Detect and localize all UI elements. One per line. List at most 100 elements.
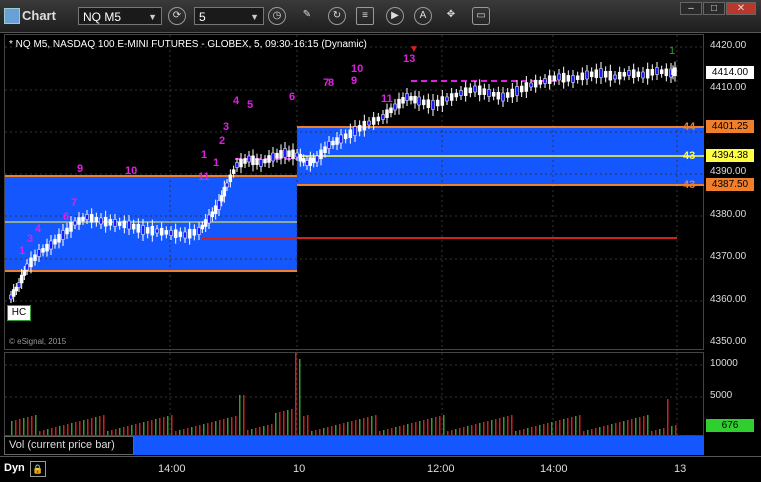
candle-body [519,85,524,93]
volume-bar [659,429,661,435]
volume-bar [343,423,345,435]
candle-body [183,231,187,239]
volume-bar [239,395,241,435]
volume-bar [499,418,501,435]
chevron-down-icon[interactable]: ▼ [250,8,259,26]
volume-bar [339,424,341,435]
candle-body [552,75,557,82]
marker-7b: 7 [71,197,78,209]
candle-body [155,228,159,234]
cycle-icon[interactable]: ↻ [328,7,346,25]
alert-icon[interactable]: A [414,7,432,25]
volume-bar [227,418,229,435]
volume-bar [119,428,121,435]
volume-canvas [5,353,705,437]
volume-bar [671,426,673,435]
volume-pane[interactable] [4,352,705,437]
volume-bar [551,422,553,435]
candle-body [421,99,426,106]
candle-body [298,153,303,162]
chevron-down-icon[interactable]: ▼ [148,8,157,26]
lock-icon[interactable]: 🔒 [30,461,46,477]
volume-bar [43,430,45,435]
volume-bar [155,419,157,435]
volume-bar [15,420,17,435]
volume-bar [307,415,309,435]
chat-icon[interactable]: ▭ [472,7,490,25]
chart-info: * NQ M5, NASDAQ 100 E-MINI FUTURES - GLO… [9,39,367,50]
volume-bar [323,428,325,435]
volume-bar [527,428,529,435]
level-tag-upper: 44 [683,121,696,133]
candle-body [327,141,331,149]
volume-bar [219,420,221,435]
candle-body [150,225,155,236]
candle-body [213,205,218,214]
volume-bar [583,431,585,435]
candle-body [353,126,357,136]
volume-bar [63,425,65,435]
volume-bar [99,416,101,435]
volume-bar [319,429,321,435]
marker-1c: 1 [213,157,220,169]
volume-axis: 10000 5000 676 [704,352,756,436]
play-icon[interactable]: ▶ [386,7,404,25]
marker-1-green: 1 [669,45,676,57]
drag-icon[interactable]: ✥ [442,7,460,25]
maximize-button[interactable]: □ [703,2,725,15]
interval-input[interactable]: 5 ▼ [194,7,264,25]
pencil-icon[interactable]: ✎ [298,7,316,25]
candle-body [145,227,150,234]
volume-bar [31,416,33,435]
volume-bar [331,426,333,435]
volume-bar [295,353,297,435]
minimize-button[interactable]: – [680,2,702,15]
candle-body [228,174,233,183]
candle-body [510,88,515,98]
volume-bar [399,426,401,435]
volume-band [134,436,704,455]
volume-bar [243,395,245,435]
marker-8: 8 [328,77,335,89]
zone-box-left [5,175,297,272]
volume-bar [211,422,213,435]
candle-body [45,243,49,252]
volume-bar [95,417,97,435]
volume-bar [431,418,433,435]
volume-bar [299,359,301,435]
volume-study-label[interactable]: Vol (current price bar) [4,436,134,455]
volume-bar [387,429,389,435]
volume-bar [311,431,313,435]
volume-bar [367,417,369,435]
volume-bar [287,410,289,435]
candle-body [113,219,117,227]
candle-body [225,182,229,188]
candle-body [622,72,627,77]
marker-10b: 10 [351,63,364,75]
close-button[interactable]: ✕ [726,2,756,15]
time-axis[interactable]: Dyn 🔒 14:00 10 12:00 14:00 13 [0,456,761,482]
candle-body [251,155,255,166]
volume-bar [663,428,665,435]
volume-bar [543,424,545,435]
volume-bar [71,423,73,435]
symbol-input[interactable]: NQ M5 ▼ [78,7,162,25]
clock-icon[interactable]: ◷ [268,7,286,25]
marker-4: 4 [233,95,240,107]
candle-body [608,70,613,81]
candle-body [401,97,405,104]
candle-body [659,69,664,74]
list-icon[interactable]: ≡ [356,7,374,25]
volume-bar [371,416,373,435]
volume-bar [167,416,169,435]
candle-body [173,229,178,238]
candle-body [287,150,291,157]
candle-body [169,230,173,236]
refresh-icon[interactable]: ⟳ [168,7,186,25]
candle-body [477,85,482,96]
price-axis[interactable]: 4420.00 4410.00 4390.00 4380.00 4370.00 … [704,34,756,350]
price-chart[interactable]: * NQ M5, NASDAQ 100 E-MINI FUTURES - GLO… [4,34,705,351]
candle-body [141,225,145,235]
candle-body [343,133,348,140]
candle-body [117,221,122,226]
